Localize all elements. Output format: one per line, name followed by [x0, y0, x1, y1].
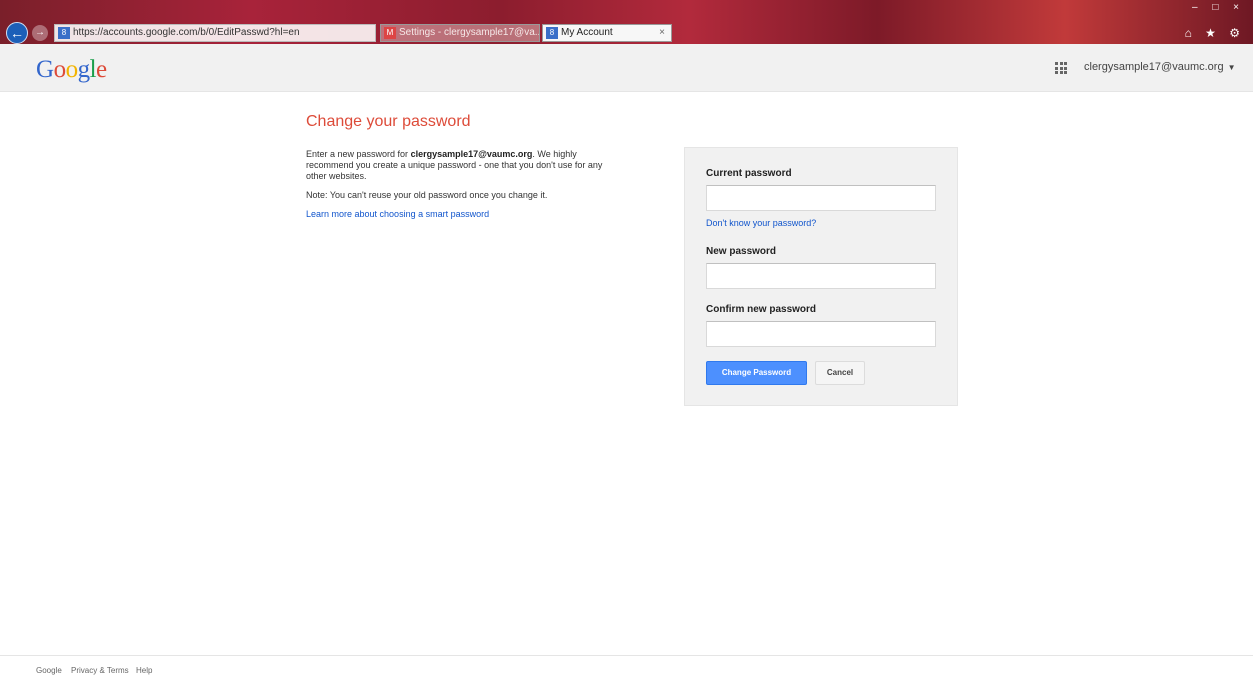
gmail-favicon-icon: M: [384, 27, 396, 39]
close-tab-icon[interactable]: ×: [659, 25, 665, 41]
confirm-password-label: Confirm new password: [706, 304, 817, 315]
password-form-card: Current password Don't know your passwor…: [684, 147, 958, 406]
google-header: Google clergysample17@vaumc.org ▼: [0, 44, 1253, 92]
window-controls[interactable]: – □ ×: [1192, 2, 1245, 13]
google-favicon-icon: 8: [546, 27, 558, 39]
account-email: clergysample17@vaumc.org: [1084, 61, 1224, 73]
cancel-button[interactable]: Cancel: [815, 361, 865, 385]
tab-my-account[interactable]: 8 My Account ×: [542, 24, 672, 42]
info-text: Enter a new password for clergysample17@…: [306, 149, 606, 228]
learn-more-link[interactable]: Learn more about choosing a smart passwo…: [306, 209, 489, 219]
current-password-input[interactable]: [706, 185, 936, 211]
chevron-down-icon: ▼: [1227, 63, 1236, 72]
forward-arrow-icon[interactable]: →: [32, 25, 48, 41]
new-password-input[interactable]: [706, 263, 936, 289]
address-bar[interactable]: 8 https://accounts.google.com/b/0/EditPa…: [54, 24, 376, 42]
tab-settings[interactable]: M Settings - clergysample17@va...: [380, 24, 540, 42]
intro-email: clergysample17@vaumc.org: [410, 149, 533, 159]
browser-chrome: ← → 8 https://accounts.google.com/b/0/Ed…: [0, 0, 1253, 44]
address-text: https://accounts.google.com/b/0/EditPass…: [73, 27, 300, 38]
tab-label: My Account: [561, 27, 613, 38]
confirm-password-input[interactable]: [706, 321, 936, 347]
account-menu[interactable]: clergysample17@vaumc.org ▼: [1084, 61, 1235, 73]
forgot-password-link[interactable]: Don't know your password?: [706, 218, 816, 228]
back-arrow-icon[interactable]: ←: [6, 22, 28, 44]
note-paragraph: Note: You can't reuse your old password …: [306, 190, 548, 200]
apps-grid-icon[interactable]: [1055, 62, 1067, 74]
current-password-label: Current password: [706, 168, 792, 179]
footer-privacy-link[interactable]: Privacy & Terms: [71, 666, 129, 675]
footer: Google Privacy & Terms Help: [0, 655, 1253, 677]
footer-google-link[interactable]: Google: [36, 666, 62, 675]
new-password-label: New password: [706, 246, 777, 257]
change-password-button[interactable]: Change Password: [706, 361, 807, 385]
footer-help-link[interactable]: Help: [136, 666, 152, 675]
page-title: Change your password: [306, 113, 471, 130]
home-favorites-settings-icons[interactable]: ⌂ ★ ⚙: [1185, 26, 1245, 40]
tab-label: Settings - clergysample17@va...: [399, 27, 540, 38]
google-favicon-icon: 8: [58, 27, 70, 39]
intro-paragraph: Enter a new password for clergysample17@…: [306, 149, 603, 181]
google-logo[interactable]: Google: [36, 56, 107, 84]
